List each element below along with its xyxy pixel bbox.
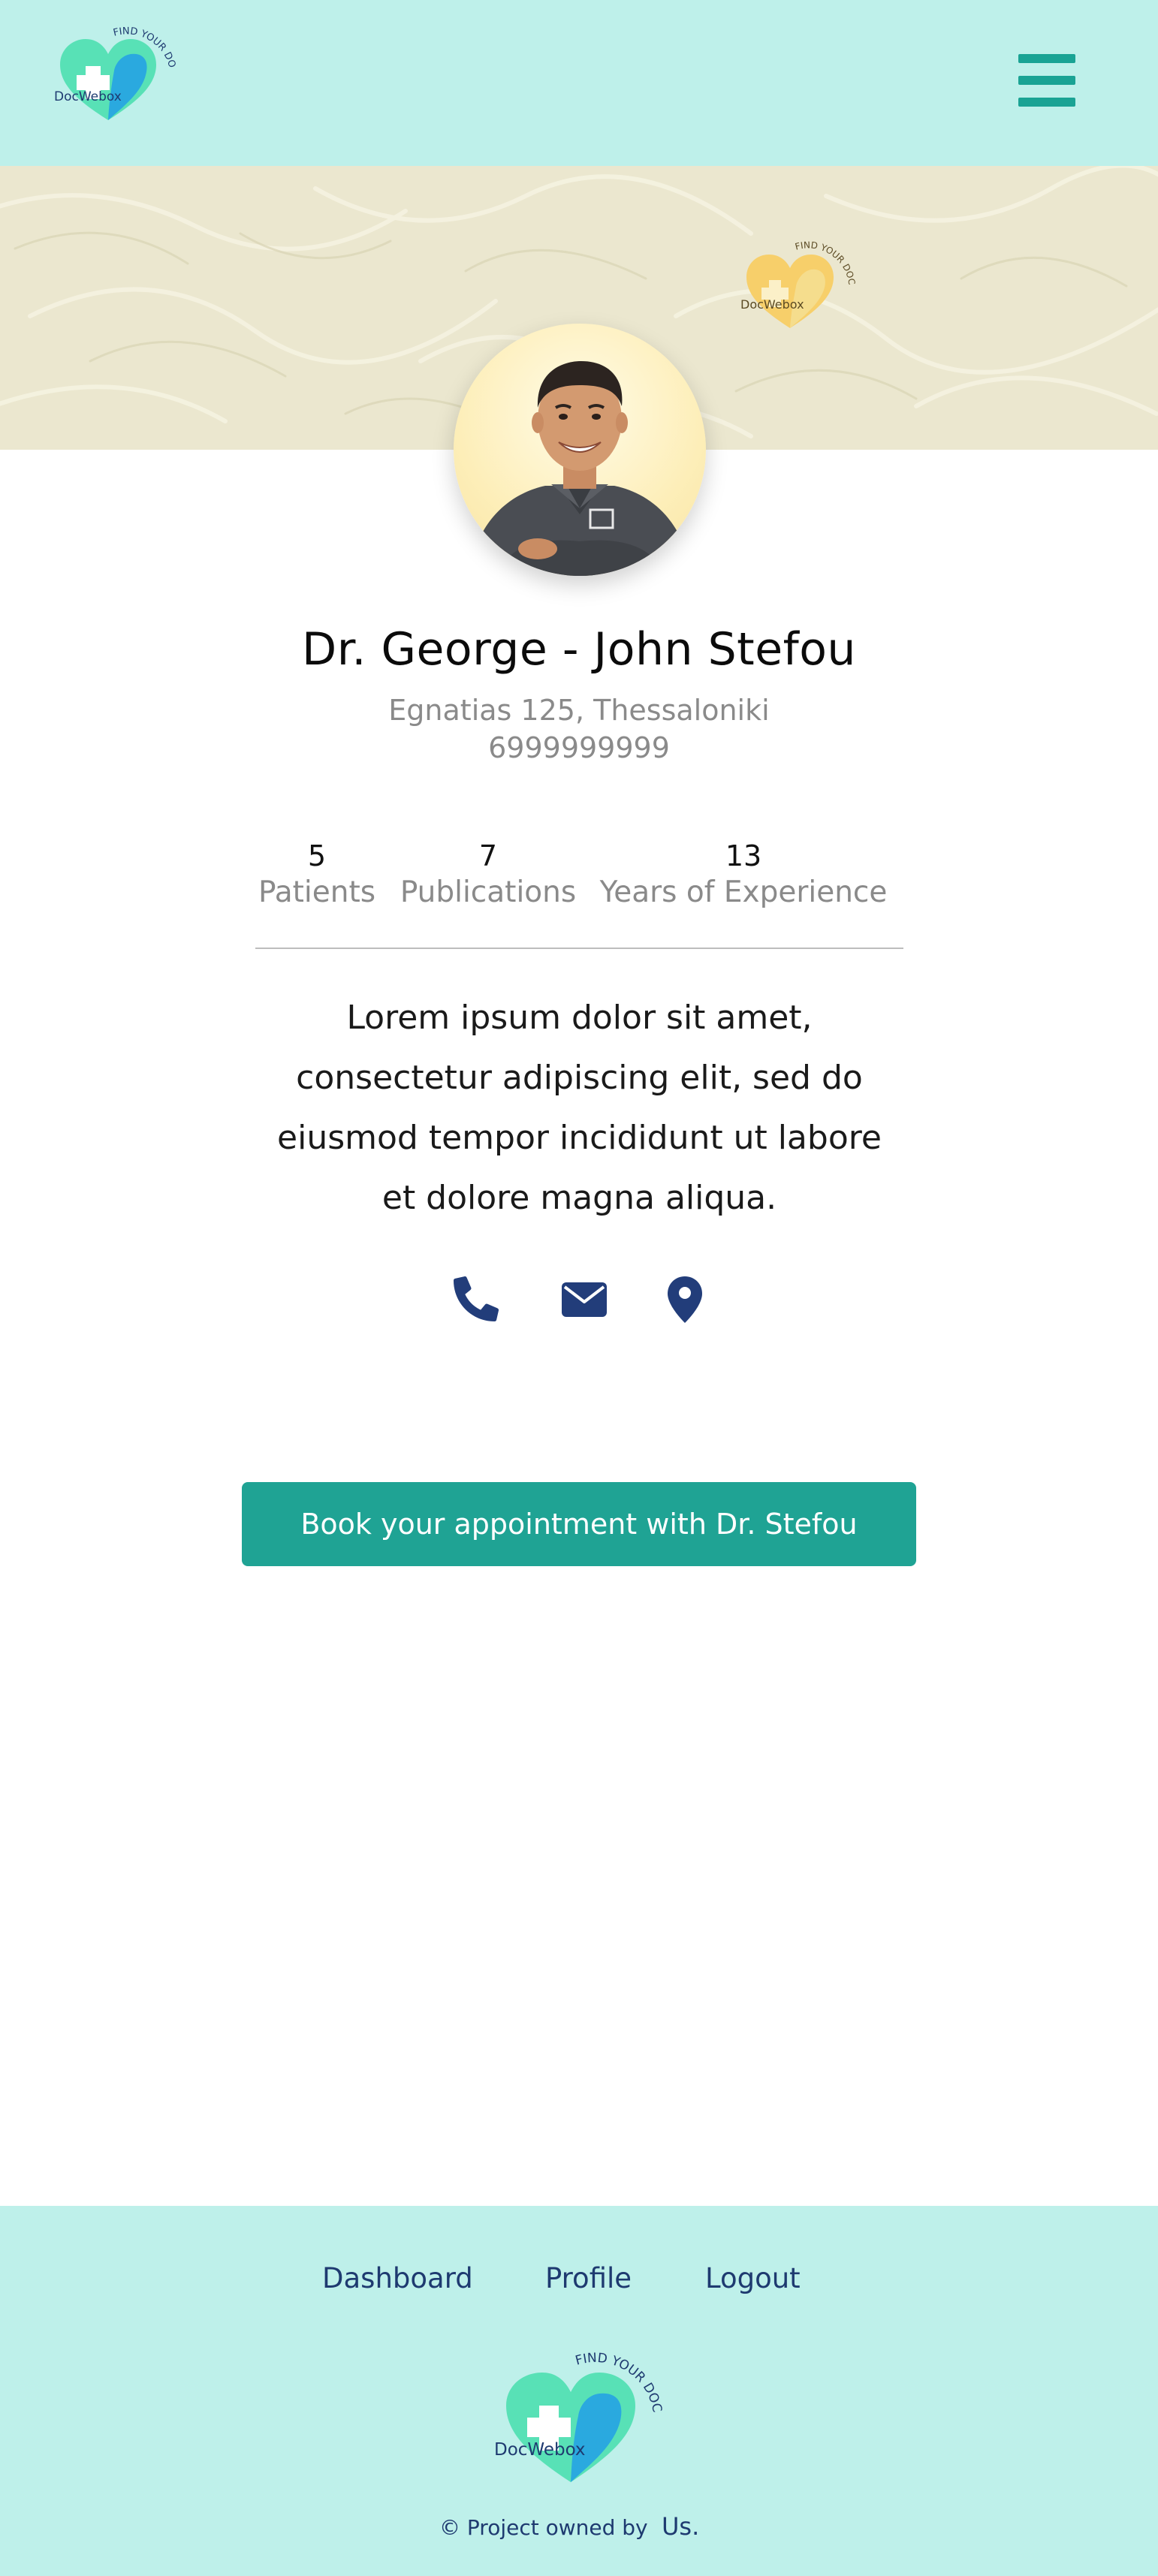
book-appointment-button[interactable]: Book your appointment with Dr. Stefou — [242, 1482, 916, 1566]
stat-value: 5 — [307, 839, 327, 872]
stat-years-experience: 13 Years of Experience — [593, 839, 894, 909]
phone-icon[interactable] — [454, 1276, 499, 1321]
doctor-avatar — [454, 324, 706, 576]
footer-link-profile[interactable]: Profile — [545, 2262, 632, 2294]
divider — [255, 948, 903, 949]
footer: Dashboard Profile Logout FIND YOUR DOCTO… — [0, 2206, 1158, 2576]
footer-link-logout[interactable]: Logout — [705, 2262, 801, 2294]
doctor-bio: Lorem ipsum dolor sit amet, consectetur … — [277, 999, 882, 1217]
stat-label: Publications — [400, 875, 577, 909]
menu-bar — [1018, 54, 1075, 63]
menu-bar — [1018, 98, 1075, 107]
top-header: FIND YOUR DOCTOR DocWebox — [0, 0, 1158, 166]
docwebox-logo[interactable]: FIND YOUR DOCTOR DocWebox — [46, 11, 177, 128]
stat-label: Years of Experience — [599, 875, 888, 909]
stat-value: 13 — [725, 839, 762, 872]
doctor-address: Egnatias 125, Thessaloniki — [388, 694, 770, 727]
stat-value: 7 — [478, 839, 498, 872]
owner-link[interactable]: Us. — [662, 2512, 699, 2541]
footer-docwebox-logo[interactable]: FIND YOUR DOCTOR DocWebox — [487, 2331, 667, 2493]
doctor-phone: 6999999999 — [488, 731, 670, 764]
doctor-name: Dr. George - John Stefou — [302, 623, 856, 676]
banner-brand-name: DocWebox — [740, 297, 804, 312]
footer-brand-name: DocWebox — [494, 2440, 586, 2460]
hamburger-menu-icon[interactable] — [1018, 54, 1075, 107]
stat-publications: 7 Publications — [391, 839, 586, 909]
map-marker-icon[interactable] — [668, 1276, 702, 1323]
stat-patients: 5 Patients — [249, 839, 384, 909]
banner-logo: FIND YOUR DOCTOR DocWebox — [732, 225, 858, 339]
menu-bar — [1018, 76, 1075, 85]
footer-link-dashboard[interactable]: Dashboard — [322, 2262, 473, 2294]
envelope-icon[interactable] — [562, 1282, 607, 1317]
stat-label: Patients — [258, 875, 376, 909]
copyright-text: © Project owned by — [439, 2515, 648, 2540]
brand-name: DocWebox — [54, 89, 122, 104]
